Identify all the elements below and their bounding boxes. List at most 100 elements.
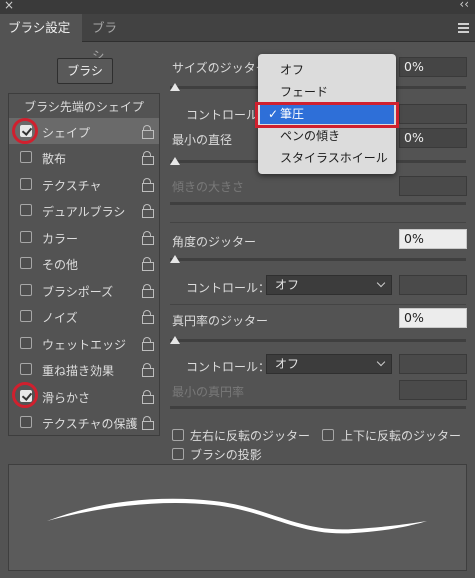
angle-control-value-field[interactable] — [399, 275, 467, 295]
close-icon[interactable]: × — [4, 0, 14, 12]
list-item-label: テクスチャ — [42, 179, 102, 193]
angle-jitter-label: 角度のジッター — [172, 235, 257, 249]
lock-icon[interactable] — [142, 151, 154, 165]
chevron-down-icon — [376, 278, 386, 288]
checkbox-protect-texture[interactable] — [20, 416, 32, 428]
list-item-label: カラー — [42, 232, 79, 246]
size-jitter-label: サイズのジッター — [172, 61, 268, 75]
checkbox-color-dynamics[interactable] — [20, 231, 32, 243]
tab-bar: ブラシ設定 ブラシ — [0, 14, 475, 63]
roundness-jitter-track[interactable] — [170, 339, 466, 342]
lock-icon[interactable] — [142, 284, 154, 298]
collapse-icon[interactable]: ‹‹ — [459, 0, 469, 11]
divider — [170, 304, 466, 305]
tilt-scale-track[interactable] — [170, 202, 466, 205]
roundness-jitter-slider-thumb[interactable] — [170, 336, 180, 344]
size-control-label: コントロール — [186, 108, 259, 122]
angle-control-value: オフ — [275, 278, 300, 292]
roundness-control-value-field[interactable] — [399, 354, 467, 374]
tab-brushes[interactable]: ブラシ — [84, 14, 136, 63]
list-item-label: その他 — [42, 258, 79, 272]
lock-icon[interactable] — [142, 390, 154, 404]
dropdown-option-off[interactable]: オフ — [258, 60, 396, 80]
list-item-label: デュアルブラシ — [42, 205, 126, 219]
flip-y-jitter-label: 上下に反転のジッター — [341, 429, 462, 443]
angle-control-label: コントロール： — [186, 281, 271, 295]
angle-jitter-slider-thumb[interactable] — [170, 255, 180, 263]
roundness-control-label: コントロール： — [186, 360, 271, 374]
checkbox-build-up[interactable] — [20, 363, 32, 375]
panel-menu-icon[interactable] — [458, 23, 469, 35]
roundness-jitter-label: 真円率のジッター — [172, 314, 269, 328]
list-item-noise[interactable]: ノイズ — [9, 303, 159, 329]
highlight-circle — [12, 382, 38, 408]
checkbox-texture[interactable] — [20, 178, 32, 190]
list-item-wet-edges[interactable]: ウェットエッジ — [9, 330, 159, 356]
lock-icon[interactable] — [142, 178, 154, 192]
list-item-label: 散布 — [42, 152, 67, 166]
flip-y-jitter-checkbox[interactable] — [322, 429, 334, 441]
lock-icon[interactable] — [142, 204, 154, 218]
brushes-button[interactable]: ブラシ — [57, 58, 113, 84]
size-jitter-slider-thumb[interactable] — [170, 83, 180, 91]
list-item-label: ノイズ — [42, 311, 78, 325]
list-item-protect-texture[interactable]: テクスチャの保護 — [9, 409, 159, 435]
checkbox-noise[interactable] — [20, 310, 32, 322]
checkbox-transfer[interactable] — [20, 257, 32, 269]
list-item-label: 重ね描き効果 — [42, 364, 115, 378]
brush-stroke-icon — [47, 498, 427, 534]
brush-stroke-preview — [8, 464, 467, 571]
tilt-scale-label: 傾きの大きさ — [172, 180, 245, 194]
list-item-brush-pose[interactable]: ブラシポーズ — [9, 277, 159, 303]
chevron-down-icon — [376, 357, 386, 367]
list-item-label: ブラシポーズ — [42, 285, 114, 299]
lock-icon[interactable] — [142, 231, 154, 245]
list-item-label: テクスチャの保護 — [42, 417, 138, 431]
roundness-jitter-field[interactable]: 0% — [399, 308, 467, 328]
list-item-label: シェイプ — [42, 126, 91, 140]
list-item-build-up[interactable]: 重ね描き効果 — [9, 356, 159, 382]
list-item-transfer[interactable]: その他 — [9, 250, 159, 276]
brush-projection-checkbox[interactable] — [172, 448, 184, 460]
list-item-color-dynamics[interactable]: カラー — [9, 224, 159, 250]
min-roundness-label: 最小の真円率 — [172, 385, 245, 399]
dropdown-option-stylus-wheel[interactable]: スタイラスホイール — [258, 148, 396, 168]
lock-icon[interactable] — [142, 416, 154, 430]
min-diameter-field[interactable]: 0% — [399, 128, 467, 148]
min-roundness-track[interactable] — [170, 406, 466, 409]
checkbox-wet-edges[interactable] — [20, 337, 32, 349]
angle-jitter-field[interactable]: 0% — [399, 229, 467, 249]
flip-x-jitter-checkbox[interactable] — [172, 429, 184, 441]
min-roundness-field[interactable] — [399, 380, 467, 400]
flip-x-jitter-label: 左右に反転のジッター — [190, 429, 311, 443]
tilt-scale-field[interactable] — [399, 176, 467, 196]
roundness-control-value: オフ — [275, 357, 300, 371]
min-diameter-slider-thumb[interactable] — [170, 157, 180, 165]
lock-icon[interactable] — [142, 363, 154, 377]
lock-icon[interactable] — [142, 125, 154, 139]
lock-icon[interactable] — [142, 310, 154, 324]
roundness-control-select[interactable]: オフ — [266, 354, 392, 374]
lock-icon[interactable] — [142, 257, 154, 271]
brush-tip-shape-heading[interactable]: ブラシ先端のシェイプ — [9, 98, 159, 115]
list-item-scattering[interactable]: 散布 — [9, 144, 159, 170]
min-diameter-label: 最小の直径 — [172, 133, 233, 147]
brush-projection-label: ブラシの投影 — [190, 448, 262, 462]
dropdown-option-pen-tilt[interactable]: ペンの傾き — [258, 126, 396, 146]
list-item-dual-brush[interactable]: デュアルブラシ — [9, 197, 159, 223]
lock-icon[interactable] — [142, 337, 154, 351]
list-item-label: ウェットエッジ — [42, 338, 127, 352]
panel-title-bar: × ‹‹ — [0, 0, 475, 14]
checkbox-dual-brush[interactable] — [20, 204, 32, 216]
angle-control-select[interactable]: オフ — [266, 275, 392, 295]
tab-brush-settings[interactable]: ブラシ設定 — [0, 14, 82, 42]
divider — [170, 222, 466, 223]
angle-jitter-track[interactable] — [170, 258, 466, 261]
list-item-label: 滑らかさ — [42, 391, 91, 405]
checkbox-brush-pose[interactable] — [20, 284, 32, 296]
checkbox-scattering[interactable] — [20, 151, 32, 163]
size-control-value-field[interactable] — [399, 104, 467, 124]
dropdown-option-fade[interactable]: フェード — [258, 82, 396, 102]
list-item-texture[interactable]: テクスチャ — [9, 171, 159, 197]
size-jitter-field[interactable]: 0% — [399, 57, 467, 77]
